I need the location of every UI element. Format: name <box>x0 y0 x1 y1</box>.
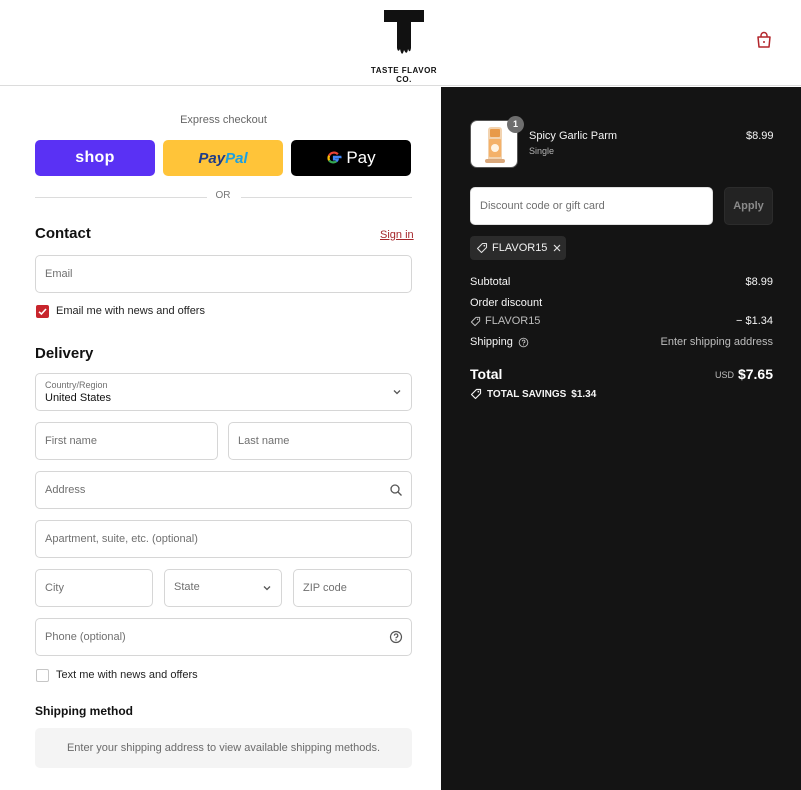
divider-left <box>35 197 207 198</box>
tag-icon <box>470 316 481 326</box>
chevron-down-icon <box>393 390 401 395</box>
product-name: Spicy Garlic Parm <box>529 130 618 142</box>
last-name-field[interactable]: Last name <box>228 422 412 460</box>
address-field[interactable]: Address <box>35 471 412 509</box>
applied-code-text: FLAVOR15 <box>492 242 548 254</box>
phone-field[interactable]: Phone (optional) <box>35 618 412 656</box>
last-name-placeholder: Last name <box>238 435 290 447</box>
google-g-icon <box>327 151 342 164</box>
express-checkout-title: Express checkout <box>180 114 267 126</box>
city-field[interactable]: City <box>35 569 153 607</box>
sign-in-link[interactable]: Sign in <box>380 229 414 241</box>
phone-placeholder: Phone (optional) <box>45 631 126 643</box>
or-divider-text: OR <box>215 190 231 201</box>
google-pay-button[interactable]: Pay <box>291 140 411 176</box>
shop-pay-button[interactable]: shop <box>35 140 155 176</box>
first-name-field[interactable]: First name <box>35 422 218 460</box>
delivery-heading: Delivery <box>35 345 94 362</box>
contact-heading: Contact <box>35 225 91 242</box>
subtotal-value: $8.99 <box>745 276 773 288</box>
state-placeholder: State <box>174 581 200 593</box>
paypal-button[interactable]: Pay Pal <box>163 140 283 176</box>
savings-label: TOTAL SAVINGS <box>487 388 567 400</box>
total-value: $7.65 <box>737 366 773 382</box>
tag-icon <box>470 388 482 400</box>
country-select[interactable]: Country/Region United States <box>35 373 412 411</box>
shipping-method-message: Enter your shipping address to view avai… <box>35 728 412 768</box>
site-header: TASTE FLAVOR CO. <box>0 0 801 86</box>
brand-logo[interactable]: TASTE FLAVOR CO. <box>364 8 444 84</box>
discount-code-row: FLAVOR15 <box>470 315 540 327</box>
help-circle-icon[interactable] <box>389 630 403 644</box>
shipping-value: Enter shipping address <box>660 336 773 348</box>
shipping-row: Shipping <box>470 336 529 348</box>
remove-discount-icon[interactable] <box>551 242 563 254</box>
chevron-down-icon <box>263 586 271 591</box>
checkmark-icon <box>38 308 47 316</box>
apartment-placeholder: Apartment, suite, etc. (optional) <box>45 533 198 545</box>
total-label: Total <box>470 366 503 382</box>
subtotal-label: Subtotal <box>470 276 511 288</box>
divider-right <box>241 197 412 198</box>
shipping-label: Shipping <box>470 336 513 348</box>
first-name-placeholder: First name <box>45 435 97 447</box>
email-field[interactable]: Email <box>35 255 412 293</box>
savings-value: $1.34 <box>571 388 597 400</box>
total-savings: TOTAL SAVINGS $1.34 <box>470 388 596 400</box>
newsletter-checkbox[interactable] <box>36 305 49 318</box>
search-icon <box>390 484 402 496</box>
country-label: Country/Region <box>45 380 108 390</box>
order-summary: 1 Spicy Garlic Parm Single $8.99 Discoun… <box>441 87 801 790</box>
checkout-form: Express checkout shop Pay Pal Pay OR Cont… <box>0 87 441 790</box>
city-placeholder: City <box>45 582 64 594</box>
discount-placeholder: Discount code or gift card <box>480 200 605 212</box>
quantity-badge: 1 <box>507 116 524 133</box>
order-discount-label: Order discount <box>470 297 543 309</box>
paypal-label-part1: Pay <box>198 149 226 167</box>
sms-checkbox[interactable] <box>36 669 49 682</box>
shopping-bag-icon[interactable] <box>754 30 774 50</box>
brand-name: TASTE FLAVOR CO. <box>370 66 438 84</box>
total-currency: USD <box>715 370 735 380</box>
zip-code-field[interactable]: ZIP code <box>293 569 412 607</box>
country-value: United States <box>45 392 112 404</box>
shipping-method-heading: Shipping method <box>35 704 133 718</box>
product-price: $8.99 <box>746 130 774 142</box>
discount-code-text: FLAVOR15 <box>485 315 541 327</box>
google-pay-label: Pay <box>346 148 376 167</box>
zip-code-placeholder: ZIP code <box>303 582 347 594</box>
paypal-label-part2: Pal <box>225 149 248 167</box>
shop-pay-label: shop <box>75 149 115 166</box>
applied-discount-tag: FLAVOR15 <box>470 236 566 260</box>
state-select[interactable]: State <box>164 569 282 607</box>
logo-t-mark-icon <box>384 10 424 54</box>
newsletter-label: Email me with news and offers <box>56 305 205 317</box>
tag-icon <box>476 242 488 254</box>
apartment-field[interactable]: Apartment, suite, etc. (optional) <box>35 520 412 558</box>
sms-label: Text me with news and offers <box>56 669 198 681</box>
help-circle-icon[interactable] <box>518 337 529 348</box>
address-placeholder: Address <box>45 484 86 496</box>
discount-code-input[interactable]: Discount code or gift card <box>470 187 713 225</box>
email-placeholder: Email <box>45 268 73 280</box>
apply-discount-button[interactable]: Apply <box>724 187 773 225</box>
product-variant: Single <box>529 146 555 156</box>
discount-value: − $1.34 <box>735 315 773 327</box>
